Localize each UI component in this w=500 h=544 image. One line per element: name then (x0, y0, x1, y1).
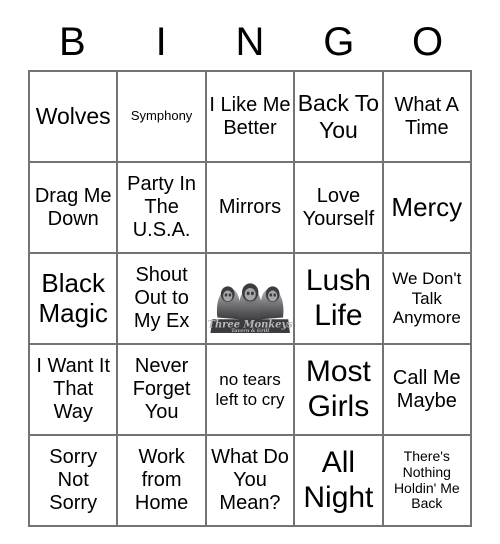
bingo-cell-r5c2[interactable]: Work from Home (118, 436, 207, 527)
bingo-cell-label: Wolves (35, 103, 111, 130)
bingo-cell-r1c4[interactable]: Back To You (295, 72, 384, 163)
bingo-cell-label: What A Time (394, 93, 460, 139)
bingo-header-letter-g: G (323, 20, 355, 64)
bingo-cell-r2c5[interactable]: Mercy (383, 163, 472, 254)
bingo-cell-r2c3[interactable]: Mirrors (206, 163, 296, 254)
bingo-cell-r2c4[interactable]: Love Yourself (295, 163, 384, 254)
bingo-cell-label: Mercy (391, 191, 463, 222)
bingo-cell-label: Call Me Maybe (392, 366, 461, 412)
bingo-cell-label: Lush Life (305, 264, 371, 332)
bingo-cell-label: Never Forget You (132, 355, 191, 423)
bingo-cell-r3c1[interactable]: Black Magic (30, 254, 119, 345)
bingo-cell-label: Shout Out to My Ex (133, 264, 190, 332)
bingo-cell-label: no tears left to cry (215, 370, 285, 409)
bingo-cell-label: I Like Me Better (209, 93, 291, 139)
bingo-grid: Wolves Symphony I Like Me Better Back To Yo… (28, 70, 472, 527)
bingo-cell-label: What Do You Mean? (211, 446, 289, 514)
bingo-cell-label: Party In The U.S.A. (127, 173, 197, 241)
bingo-cell-r5c5[interactable]: There's Nothing Holdin' Me Back (383, 436, 472, 527)
bingo-cell-r4c2[interactable]: Never Forget You (118, 345, 207, 436)
bingo-cell-r5c3[interactable]: What Do You Mean? (206, 436, 296, 527)
logo-brand-tagline: Tavern & Grill (231, 328, 269, 334)
bingo-cell-label: Sorry Not Sorry (49, 446, 98, 514)
bingo-cell-r5c1[interactable]: Sorry Not Sorry (30, 436, 119, 527)
bingo-cell-label: All Night (303, 446, 374, 514)
bingo-cell-r4c5[interactable]: Call Me Maybe (383, 345, 472, 436)
bingo-cell-r4c4[interactable]: Most Girls (295, 345, 384, 436)
bingo-cell-label: We Don't Talk Anymore (392, 269, 462, 328)
bingo-cell-label: Work from Home (134, 446, 189, 514)
bingo-cell-r1c3[interactable]: I Like Me Better (206, 72, 296, 163)
bingo-cell-r3c5[interactable]: We Don't Talk Anymore (383, 254, 472, 345)
bingo-cell-label: Most Girls (305, 355, 371, 423)
bingo-cell-r1c1[interactable]: Wolves (30, 72, 119, 163)
three-monkeys-logo-icon: Three Monkeys Tavern & Grill (206, 255, 294, 342)
bingo-cell-r4c1[interactable]: I Want It That Way (30, 345, 119, 436)
bingo-header: BINGO (28, 14, 472, 70)
bingo-cell-r3c2[interactable]: Shout Out to My Ex (118, 254, 207, 345)
bingo-card: B I N G O Wolves Symphony I Like Me Better Back… (0, 0, 500, 544)
bingo-cell-label: Drag Me Down (34, 184, 112, 230)
bingo-cell-r5c4[interactable]: All Night (295, 436, 384, 527)
bingo-cell-label: There's Nothing Holdin' Me Back (393, 447, 460, 512)
bingo-cell-free-space[interactable]: Three Monkeys Tavern & Grill (206, 254, 296, 345)
bingo-cell-r1c2[interactable]: Symphony (118, 72, 207, 163)
bingo-cell-label: I Want It That Way (36, 355, 111, 423)
bingo-cell-label: Symphony (130, 108, 193, 124)
bingo-cell-r4c3[interactable]: no tears left to cry (206, 345, 296, 436)
bingo-cell-r3c4[interactable]: Lush Life (295, 254, 384, 345)
bingo-header-letter-o: O (412, 20, 444, 64)
bingo-header-letter-b: B (59, 20, 86, 64)
bingo-cell-label: Mirrors (218, 196, 282, 219)
bingo-cell-label: Love Yourself (302, 184, 375, 230)
bingo-cell-label: Black Magic (38, 267, 108, 328)
bingo-cell-r2c1[interactable]: Drag Me Down (30, 163, 119, 254)
bingo-header-letter-n: N (235, 20, 265, 64)
bingo-cell-r1c5[interactable]: What A Time (383, 72, 472, 163)
bingo-header-letter-i: I (155, 20, 167, 64)
bingo-cell-r2c2[interactable]: Party In The U.S.A. (118, 163, 207, 254)
bingo-cell-label: Back To You (297, 90, 380, 143)
